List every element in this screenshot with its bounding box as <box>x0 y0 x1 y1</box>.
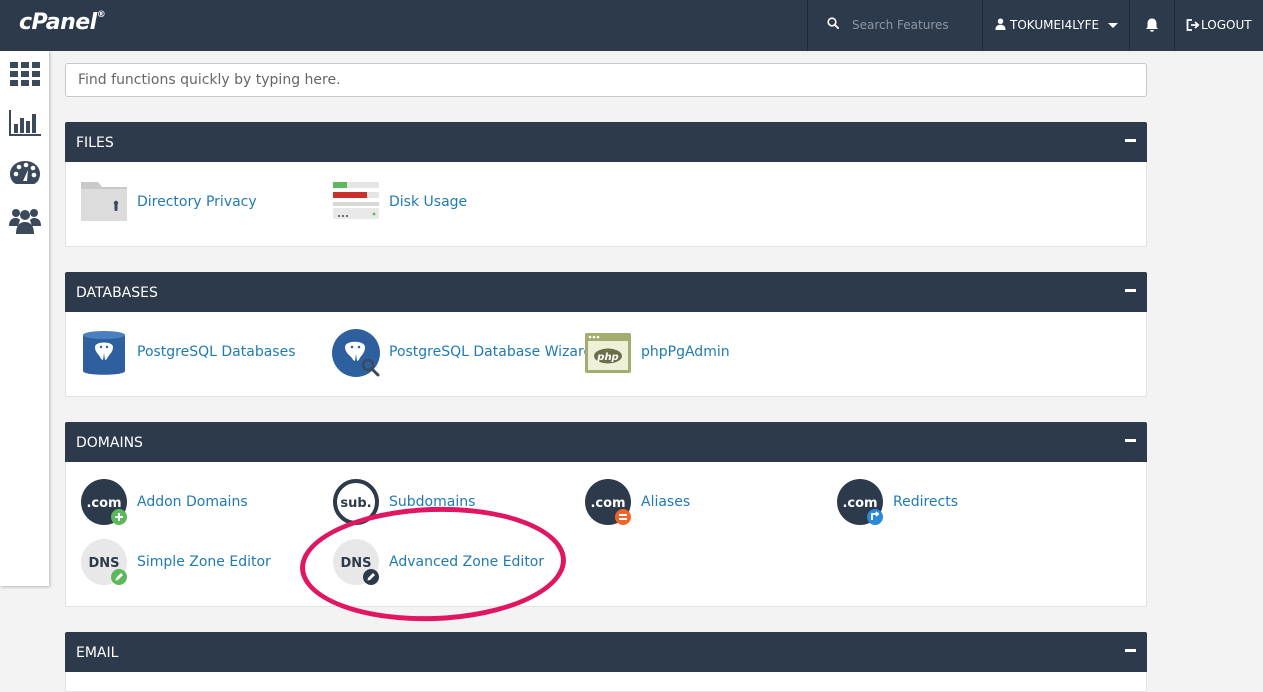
sidebar-item-home[interactable] <box>8 57 42 91</box>
icon-text: sub. <box>340 496 371 511</box>
postgresql-database-wizard-item[interactable]: PostgreSQL Database Wizard <box>332 329 592 377</box>
palette-icon <box>10 161 40 184</box>
dns-advanced-edit-icon: DNS <box>333 539 379 585</box>
domains-section-header[interactable]: DOMAINS <box>65 422 1147 462</box>
database-elephant-icon <box>83 331 125 375</box>
item-label[interactable]: Addon Domains <box>137 494 248 510</box>
item-label[interactable]: Subdomains <box>389 494 475 510</box>
subdomains-item[interactable]: sub. Subdomains <box>332 479 532 525</box>
simple-zone-editor-item[interactable]: DNS Simple Zone Editor <box>80 539 280 585</box>
collapse-icon[interactable] <box>1125 649 1136 652</box>
item-label[interactable]: PostgreSQL Databases <box>137 344 296 360</box>
icon-text: .com <box>842 496 877 511</box>
collapse-icon[interactable] <box>1125 439 1136 442</box>
sidebar-item-dashboard[interactable] <box>8 155 42 189</box>
phppgadmin-icon: php <box>585 333 631 373</box>
bar-chart-icon <box>9 110 41 136</box>
section-title: FILES <box>76 135 114 151</box>
icon-text: php <box>596 352 618 363</box>
item-label[interactable]: phpPgAdmin <box>641 344 730 360</box>
subdomain-icon: sub. <box>333 479 379 525</box>
addon-domains-item[interactable]: .com Addon Domains <box>80 479 280 525</box>
redirects-item[interactable]: .com Redirects <box>836 479 1036 525</box>
icon-text: .com <box>590 496 625 511</box>
sidebar-item-statistics[interactable] <box>8 106 42 140</box>
item-label[interactable]: Advanced Zone Editor <box>389 554 544 570</box>
dotcom-alias-icon: .com <box>585 479 631 525</box>
username: TOKUMEI4LYFE <box>1010 18 1100 32</box>
phppgadmin-item[interactable]: php phpPgAdmin <box>584 329 744 375</box>
notifications-button[interactable] <box>1130 0 1174 51</box>
folder-lock-icon <box>81 182 127 221</box>
files-section-header[interactable]: FILES <box>65 122 1147 162</box>
users-icon <box>9 209 41 234</box>
sidebar-item-user-manager[interactable] <box>8 203 42 237</box>
directory-privacy-item[interactable]: Directory Privacy <box>80 179 280 225</box>
sidebar <box>0 51 49 586</box>
advanced-zone-editor-item[interactable]: DNS Advanced Zone Editor <box>332 539 552 585</box>
domains-section: DOMAINS .com Addon Domains sub. Subdomai… <box>65 422 1147 607</box>
cpanel-logo[interactable]: cPanel® <box>19 10 106 35</box>
item-label[interactable]: Redirects <box>893 494 958 510</box>
user-menu[interactable]: TOKUMEI4LYFE <box>983 0 1129 51</box>
search-icon <box>827 17 839 29</box>
top-bar: cPanel® TOKUMEI4LYFE LOGOUT <box>0 0 1263 51</box>
aliases-item[interactable]: .com Aliases <box>584 479 784 525</box>
section-title: DATABASES <box>76 285 158 301</box>
files-section: FILES Directory Privacy Disk Usage <box>65 122 1147 247</box>
item-label[interactable]: Directory Privacy <box>137 194 257 210</box>
icon-text: .com <box>86 496 121 511</box>
feature-search <box>808 0 982 51</box>
quick-find-input[interactable] <box>65 63 1147 97</box>
logout-icon <box>1186 19 1200 31</box>
icon-text: DNS <box>88 556 119 571</box>
postgresql-databases-item[interactable]: PostgreSQL Databases <box>80 329 300 375</box>
item-label[interactable]: Simple Zone Editor <box>137 554 271 570</box>
search-features-input[interactable] <box>852 14 976 36</box>
logout-button[interactable]: LOGOUT <box>1175 0 1263 51</box>
item-label[interactable]: PostgreSQL Database Wizard <box>389 344 592 360</box>
collapse-icon[interactable] <box>1125 139 1136 142</box>
disk-usage-icon <box>333 182 379 219</box>
section-title: DOMAINS <box>76 435 143 451</box>
dotcom-add-icon: .com <box>81 479 127 525</box>
bell-icon <box>1146 18 1158 32</box>
item-label[interactable]: Disk Usage <box>389 194 467 210</box>
email-section: EMAIL <box>65 632 1147 692</box>
dns-edit-icon: DNS <box>81 539 127 585</box>
item-label[interactable]: Aliases <box>641 494 690 510</box>
database-wizard-icon <box>332 329 380 377</box>
databases-section: DATABASES PostgreSQL Databases PostgreSQ… <box>65 272 1147 397</box>
dotcom-redirect-icon: .com <box>837 479 883 525</box>
user-icon <box>995 18 1006 30</box>
collapse-icon[interactable] <box>1125 289 1136 292</box>
databases-section-header[interactable]: DATABASES <box>65 272 1147 312</box>
disk-usage-item[interactable]: Disk Usage <box>332 179 492 225</box>
logout-label: LOGOUT <box>1201 18 1252 32</box>
icon-text: DNS <box>340 556 371 571</box>
grid-icon <box>10 62 40 86</box>
chevron-down-icon <box>1108 23 1118 28</box>
section-title: EMAIL <box>76 645 119 661</box>
email-section-header[interactable]: EMAIL <box>65 632 1147 672</box>
